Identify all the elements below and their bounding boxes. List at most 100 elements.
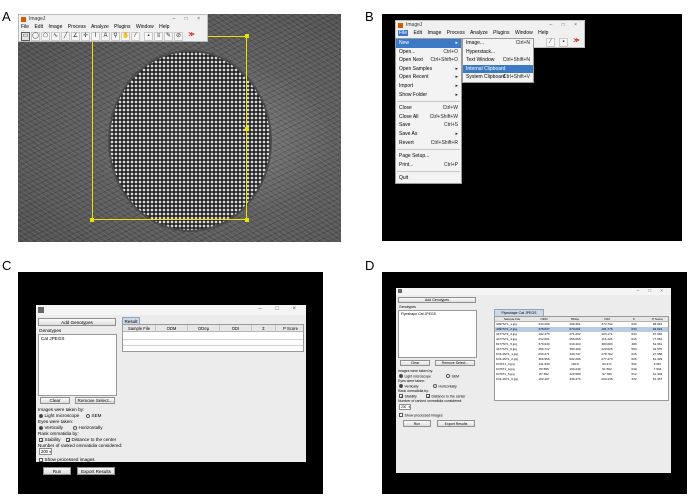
- menu-item[interactable]: Image... Ctrl+N: [463, 39, 533, 48]
- checkbox-icon[interactable]: [39, 457, 43, 462]
- column-header[interactable]: ODσμ: [188, 325, 220, 332]
- menu-item[interactable]: Open... Ctrl+O: [396, 48, 461, 57]
- menu-item[interactable]: Save Ctrl+S: [396, 121, 461, 130]
- menu-image[interactable]: Image: [427, 30, 441, 36]
- menu-edit[interactable]: Edit: [34, 24, 43, 30]
- distance-center-checkbox[interactable]: ✓Distance to the center: [426, 394, 466, 399]
- dropper-tool-icon[interactable]: ⁄: [131, 32, 140, 41]
- menu-plugins[interactable]: Plugins: [114, 24, 130, 30]
- radio-icon[interactable]: [73, 425, 77, 430]
- window-controls[interactable]: – □ ×: [173, 15, 205, 24]
- radio-selected-icon[interactable]: [39, 425, 43, 430]
- tab-result[interactable]: Result: [122, 317, 140, 324]
- distance-center-checkbox[interactable]: ✓Distance to the center: [66, 437, 116, 442]
- menu-item[interactable]: Internal Clipboard: [463, 64, 533, 74]
- radio-selected-icon[interactable]: [399, 374, 403, 378]
- results-table[interactable]: Sample File ODM ODσμ ODI Σ P Score 4097S…: [494, 316, 669, 401]
- menu-item[interactable]: Show Folder ▸: [396, 91, 461, 100]
- export-results-button[interactable]: Export Results: [77, 467, 115, 475]
- menu-item[interactable]: Import ▸: [396, 82, 461, 91]
- roi-handle[interactable]: [245, 34, 249, 38]
- number-ranked-select[interactable]: 200 ▾: [39, 448, 52, 455]
- checkbox-checked-icon[interactable]: ✓: [399, 394, 403, 399]
- list-item[interactable]: Cat JPEGS: [41, 336, 65, 341]
- list-item[interactable]: Flyeshape Cat JPEGS: [401, 312, 436, 316]
- menu-item[interactable]: Open Recent ▸: [396, 73, 461, 82]
- sem-radio[interactable]: SEM: [446, 374, 459, 379]
- menu-item[interactable]: Close All Ctrl+Shift+W: [396, 113, 461, 122]
- menu-window[interactable]: Window: [136, 24, 154, 30]
- menu-item[interactable]: New ▸: [396, 39, 461, 48]
- menu-item[interactable]: Hyperstack...: [463, 48, 533, 57]
- menu-process[interactable]: Process: [68, 24, 86, 30]
- chevron-down-icon[interactable]: ▾: [49, 449, 51, 455]
- oval-tool-icon[interactable]: ◯: [31, 32, 40, 41]
- radio-selected-icon[interactable]: [399, 384, 403, 388]
- export-results-button[interactable]: Export Results: [437, 420, 475, 427]
- picker-tool-icon[interactable]: ⊘: [174, 32, 183, 41]
- menu-analyze[interactable]: Analyze: [470, 30, 488, 36]
- column-header[interactable]: ODM: [156, 325, 188, 332]
- clear-button[interactable]: Clear: [40, 397, 70, 404]
- hand-tool-icon[interactable]: ✋: [121, 32, 130, 41]
- dev-tool-icon[interactable]: ▪: [559, 38, 568, 47]
- horizontally-radio[interactable]: Horizontally: [73, 425, 103, 430]
- menu-plugins[interactable]: Plugins: [493, 30, 509, 36]
- tab-flyeshape[interactable]: Flyeshape Cat JPEGS: [494, 309, 544, 316]
- selection-roi[interactable]: [90, 34, 249, 222]
- menu-item[interactable]: System Clipboard Ctrl+Shift+V: [463, 73, 533, 82]
- genotype-list[interactable]: Cat JPEGS: [38, 334, 117, 396]
- menu-item[interactable]: Print... Ctrl+P: [396, 161, 461, 170]
- add-genotypes-button[interactable]: Add Genotypes: [38, 318, 116, 326]
- light-microscope-radio[interactable]: Light microscope: [39, 413, 79, 418]
- number-ranked-select[interactable]: 200 ▾: [399, 404, 411, 410]
- window-controls[interactable]: – □ ×: [550, 21, 582, 30]
- remove-selected-button[interactable]: Remove Select...: [435, 360, 475, 366]
- zoom-tool-icon[interactable]: ⚲: [111, 32, 120, 41]
- sem-radio[interactable]: SEM: [86, 413, 101, 418]
- window-controls[interactable]: – □ ×: [637, 288, 667, 293]
- menu-help[interactable]: Help: [538, 30, 548, 36]
- remove-selected-button[interactable]: Remove Select...: [75, 397, 115, 404]
- line-tool-icon[interactable]: ╱: [61, 32, 70, 41]
- menu-item[interactable]: Save As ▸: [396, 130, 461, 139]
- menu-item[interactable]: Close Ctrl+W: [396, 104, 461, 113]
- menu-item[interactable]: Open Samples ▸: [396, 65, 461, 74]
- freehand-tool-icon[interactable]: ∿: [51, 32, 60, 41]
- run-button[interactable]: Run: [403, 420, 431, 427]
- show-processed-checkbox[interactable]: Show processed images: [39, 457, 95, 462]
- more-tools-icon[interactable]: ≫: [187, 32, 196, 41]
- menu-process[interactable]: Process: [447, 30, 465, 36]
- menu-item[interactable]: Page Setup...: [396, 152, 461, 161]
- dropper-tool-icon[interactable]: ⁄: [546, 38, 555, 47]
- light-microscope-radio[interactable]: Light microscope: [399, 374, 431, 379]
- roi-handle[interactable]: [90, 218, 94, 222]
- results-table[interactable]: Sample File ODM ODσμ ODI Σ P Score: [122, 324, 304, 352]
- dev-tool-icon[interactable]: ▪: [144, 32, 153, 41]
- vertically-radio[interactable]: Vertically: [399, 384, 419, 389]
- checkbox-checked-icon[interactable]: ✓: [426, 394, 430, 399]
- column-header[interactable]: Σ: [252, 325, 276, 332]
- menu-file[interactable]: File: [21, 24, 29, 30]
- text-tool-icon[interactable]: A: [101, 32, 110, 41]
- menu-file[interactable]: File: [398, 30, 409, 36]
- stability-checkbox[interactable]: ✓Stability: [399, 394, 417, 399]
- stability-checkbox[interactable]: ✓Stability: [39, 437, 61, 442]
- polygon-tool-icon[interactable]: ⬠: [41, 32, 50, 41]
- genotype-list[interactable]: Flyeshape Cat JPEGS: [398, 310, 477, 358]
- roi-handle[interactable]: [245, 218, 249, 222]
- menu-help[interactable]: Help: [159, 24, 169, 30]
- chevron-down-icon[interactable]: ▾: [408, 405, 410, 410]
- radio-icon[interactable]: [446, 374, 450, 378]
- roi-handle[interactable]: [245, 127, 249, 131]
- table-row[interactable]: KOL4ST1_6.jpg 162.407 336.376 200.435 332 61.…: [495, 377, 668, 382]
- menu-item[interactable]: Open Next Ctrl+Shift+O: [396, 56, 461, 65]
- angle-tool-icon[interactable]: ∠: [71, 32, 80, 41]
- column-header[interactable]: P Score: [276, 325, 305, 332]
- show-processed-checkbox[interactable]: Show processed images: [399, 413, 443, 418]
- radio-selected-icon[interactable]: [39, 413, 43, 418]
- checkbox-checked-icon[interactable]: ✓: [66, 437, 70, 442]
- radio-icon[interactable]: [433, 384, 437, 388]
- menu-edit[interactable]: Edit: [413, 30, 422, 36]
- wand-tool-icon[interactable]: ⌇: [91, 32, 100, 41]
